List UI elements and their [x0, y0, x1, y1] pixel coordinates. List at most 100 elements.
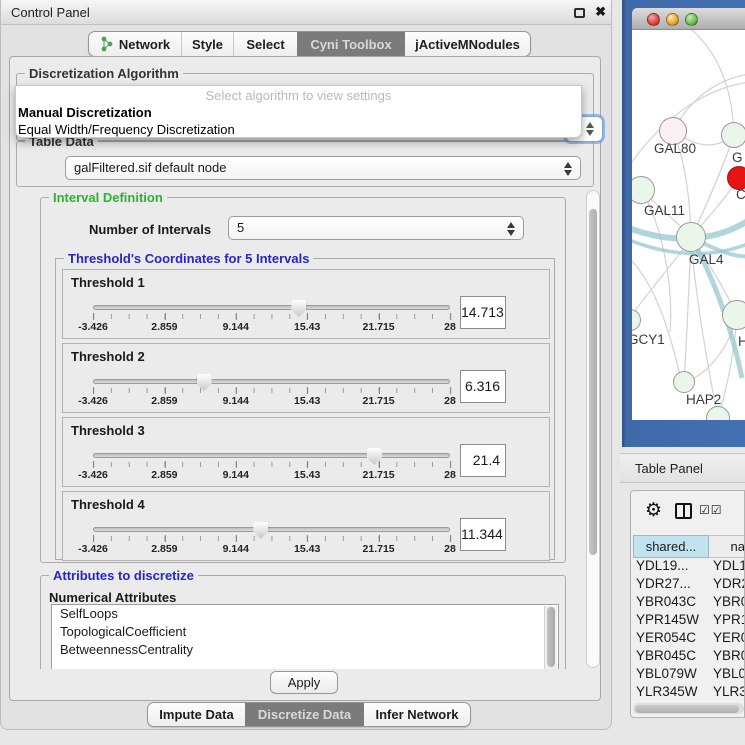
- table-row[interactable]: YDL19... YDL1: [633, 558, 745, 576]
- cell-name[interactable]: YBL0: [709, 666, 745, 684]
- thresholds-coordinates-group: Threshold's Coordinates for 5 Intervals …: [55, 258, 555, 560]
- columns-icon[interactable]: [675, 503, 692, 519]
- attributes-list-scrollbar[interactable]: [544, 606, 557, 669]
- tick-label: -3.426: [78, 543, 108, 555]
- tick-label: 28: [444, 469, 456, 481]
- cell-name[interactable]: YBR0: [709, 648, 745, 666]
- table-row[interactable]: YER054C YER0: [633, 630, 745, 648]
- column-header-shared-name[interactable]: shared...: [633, 535, 709, 558]
- table-row[interactable]: YBR045C YBR0: [633, 648, 745, 666]
- cell-shared-name[interactable]: YBR043C: [633, 594, 709, 612]
- settings-scrollbar[interactable]: [586, 190, 600, 668]
- table-data-combobox[interactable]: galFiltered.sif default node: [65, 156, 581, 180]
- list-item[interactable]: SelfLoops: [52, 605, 558, 623]
- table-row[interactable]: YBR043C YBR0: [633, 594, 745, 612]
- column-header-name[interactable]: na: [709, 535, 745, 558]
- apply-button[interactable]: Apply: [270, 671, 338, 694]
- minimize-traffic-light-icon[interactable]: [666, 13, 679, 26]
- popup-option-equal-width[interactable]: Equal Width/Frequency Discretization: [16, 121, 581, 138]
- tab-select[interactable]: Select: [233, 32, 297, 56]
- cell-shared-name[interactable]: YDL19...: [633, 558, 709, 576]
- combo-value: 5: [237, 220, 244, 235]
- cell-shared-name[interactable]: YDR27...: [633, 576, 709, 594]
- gear-icon[interactable]: ⚙: [645, 499, 662, 522]
- node-top-right[interactable]: [721, 122, 745, 148]
- numerical-attributes-list[interactable]: SelfLoopsTopologicalCoefficientBetweenne…: [51, 604, 559, 669]
- cell-name[interactable]: YPR1: [709, 612, 745, 630]
- threshold-4-slider[interactable]: [93, 527, 450, 532]
- tab-label: Infer Network: [375, 707, 458, 722]
- cell-shared-name[interactable]: YBL079W: [633, 666, 709, 684]
- tab-style[interactable]: Style: [181, 32, 233, 56]
- number-of-intervals-combobox[interactable]: 5: [228, 216, 524, 240]
- algorithm-dropdown-popup: Select algorithm to view settings Manual…: [15, 85, 582, 138]
- cell-name[interactable]: YLR3: [709, 684, 745, 702]
- node-label-g-partial: G: [732, 150, 743, 165]
- list-item[interactable]: TopologicalCoefficient: [52, 623, 558, 641]
- popup-hint: Select algorithm to view settings: [16, 86, 581, 104]
- cyni-toolbox-panel: Discretization Algorithm Select algorith…: [9, 56, 601, 701]
- cell-shared-name[interactable]: YER054C: [633, 630, 709, 648]
- cell-name[interactable]: YBR0: [709, 594, 745, 612]
- group-title: Attributes to discretize: [49, 568, 198, 583]
- scrollbar-thumb[interactable]: [547, 607, 555, 667]
- tick-label: 21.715: [363, 469, 395, 481]
- cell-name[interactable]: YDL1: [709, 558, 745, 576]
- threshold-1-value-field[interactable]: 14.713: [460, 296, 506, 329]
- tick-label: 15.43: [294, 395, 320, 407]
- group-title: Interval Definition: [49, 190, 167, 205]
- table-row[interactable]: YBL079W YBL0: [633, 666, 745, 684]
- table-horizontal-scrollbar[interactable]: [633, 703, 744, 714]
- select-columns-checkboxes-icon[interactable]: ☑☑: [699, 503, 723, 517]
- tab-infer-network[interactable]: Infer Network: [363, 703, 470, 726]
- tab-jactivemnodules[interactable]: jActiveMNodules: [404, 32, 530, 56]
- close-icon[interactable]: ✖: [595, 4, 606, 20]
- threshold-3-slider[interactable]: [93, 453, 450, 458]
- threshold-1-slider[interactable]: [93, 305, 450, 310]
- cell-shared-name[interactable]: YPR145W: [633, 612, 709, 630]
- table-rows: YDL19... YDL1 YDR27... YDR2 YBR043C YBR0…: [633, 558, 745, 708]
- node-h[interactable]: [722, 300, 745, 330]
- cell-shared-name[interactable]: YLR345W: [633, 684, 709, 702]
- tab-discretize-data[interactable]: Discretize Data: [245, 703, 363, 726]
- number-of-intervals-label: Number of Intervals: [89, 222, 211, 237]
- threshold-4-panel: Threshold 4 -3.4262.8599.14415.4321.7152…: [62, 491, 550, 561]
- network-view-window: GAL80 GAL11 GAL4 GCY1 HAP2 G C H: [622, 0, 745, 447]
- zoom-traffic-light-icon[interactable]: [685, 13, 698, 26]
- tick-label: 2.859: [151, 395, 177, 407]
- cell-name[interactable]: YDR2: [709, 576, 745, 594]
- scrollbar-thumb[interactable]: [589, 209, 597, 555]
- top-tab-bar: Network Style Select Cyni Toolbox jActiv…: [88, 31, 531, 57]
- threshold-2-value-field[interactable]: 6.316: [460, 370, 506, 403]
- table-panel-title: Table Panel: [635, 461, 703, 476]
- threshold-3-value-field[interactable]: 21.4: [460, 444, 506, 477]
- close-traffic-light-icon[interactable]: [647, 13, 660, 26]
- threshold-2-slider[interactable]: [93, 379, 450, 384]
- network-canvas[interactable]: GAL80 GAL11 GAL4 GCY1 HAP2 G C H: [632, 30, 745, 420]
- popup-option-manual-discretization[interactable]: Manual Discretization: [16, 104, 581, 121]
- tick-label: 2.859: [151, 543, 177, 555]
- cell-name[interactable]: YER0: [709, 630, 745, 648]
- table-row[interactable]: YLR345W YLR3: [633, 684, 745, 702]
- control-panel: Control Panel ✖ Network Style Select Cyn…: [0, 0, 612, 730]
- tab-cyni-toolbox[interactable]: Cyni Toolbox: [297, 32, 404, 56]
- table-row[interactable]: YDR27... YDR2: [633, 576, 745, 594]
- tab-network[interactable]: Network: [89, 32, 181, 56]
- table-data-group: Table Data galFiltered.sif default node: [16, 141, 594, 187]
- tab-impute-data[interactable]: Impute Data: [148, 703, 245, 726]
- tab-label: Style: [192, 37, 223, 52]
- cell-shared-name[interactable]: YBR045C: [633, 648, 709, 666]
- combo-spinner-icon: [507, 221, 516, 237]
- tick-label: 2.859: [151, 321, 177, 333]
- tick-label: 28: [444, 395, 456, 407]
- scrollbar-thumb[interactable]: [635, 705, 739, 713]
- float-window-icon[interactable]: [574, 8, 585, 18]
- table-row[interactable]: YPR145W YPR1: [633, 612, 745, 630]
- threshold-4-value-field[interactable]: 11.344: [460, 518, 506, 551]
- node-label-c-partial: C: [736, 187, 745, 202]
- node-gal4[interactable]: [676, 222, 706, 252]
- node-hap2[interactable]: [673, 371, 695, 393]
- combo-spinner-icon: [564, 161, 573, 177]
- attributes-to-discretize-group: Attributes to discretize Numerical Attri…: [40, 575, 566, 669]
- list-item[interactable]: BetweennessCentrality: [52, 641, 558, 659]
